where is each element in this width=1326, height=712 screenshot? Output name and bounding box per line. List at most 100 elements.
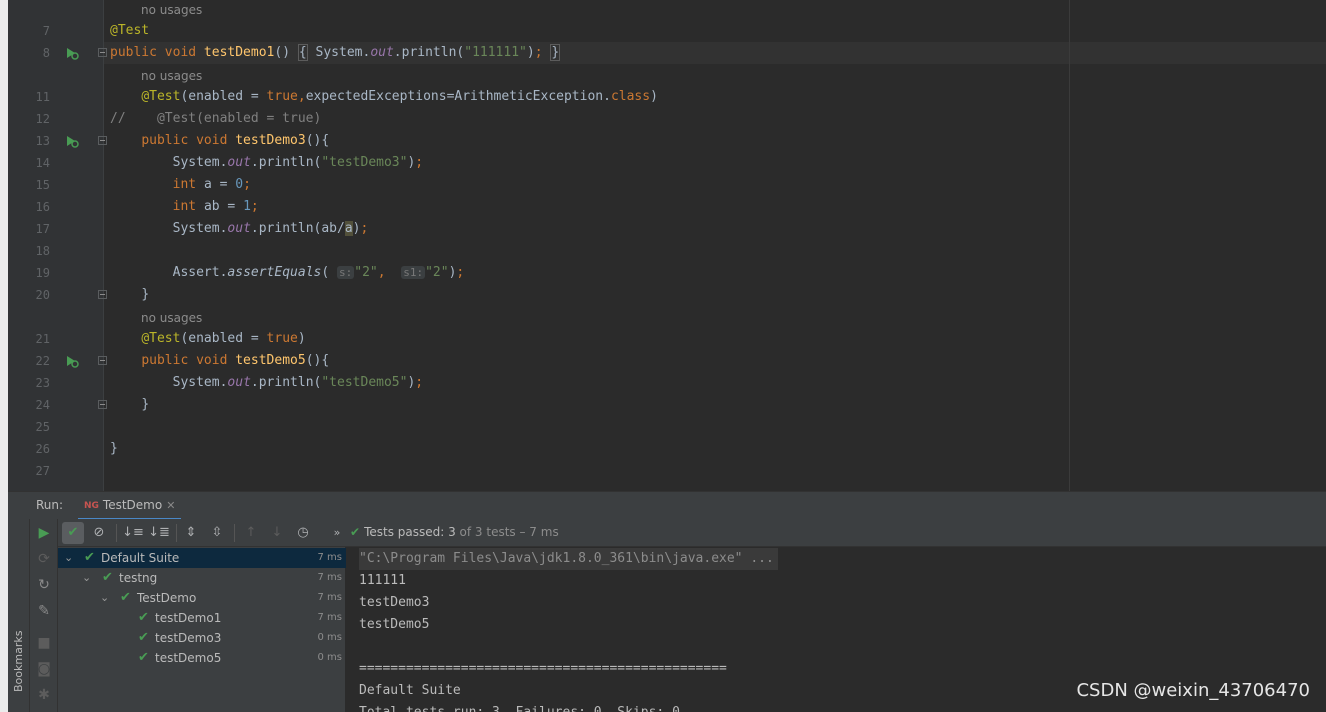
chevron-down-icon[interactable]: ⌄ [82, 568, 92, 588]
editor-line: 24 } [8, 394, 1326, 416]
keyword: int [172, 177, 204, 192]
toolbar-divider [116, 524, 117, 542]
code-token: (){ [305, 353, 330, 368]
console-line: testDemo3 [359, 595, 430, 610]
fold-toggle-icon[interactable] [98, 356, 107, 365]
code-token: ; [360, 221, 369, 236]
code-text: @Test(enabled = true,expectedExceptions=… [110, 86, 658, 108]
arrow-up-icon[interactable]: ↑ [240, 522, 262, 544]
tree-node-testdemo3[interactable]: ✔ testDemo3 0 ms [58, 628, 346, 648]
line-number: 25 [35, 420, 50, 434]
code-text: @Test(enabled = true) [110, 328, 305, 350]
close-icon[interactable]: ✕ [166, 499, 175, 512]
method-name: testDemo3 [235, 133, 306, 148]
run-test-icon[interactable] [64, 45, 80, 61]
watermark: CSDN @weixin_43706470 [1076, 680, 1310, 701]
line-number: 20 [35, 288, 50, 302]
code-token: } [141, 397, 150, 412]
chevron-down-icon[interactable]: ⌄ [64, 548, 74, 568]
run-test-icon[interactable] [64, 133, 80, 149]
code-text: Assert.assertEquals( s: "2", s1: "2"); [110, 262, 465, 284]
stop-icon[interactable]: ■ [36, 635, 52, 651]
line-number: 7 [42, 24, 50, 38]
annotation: @Test [141, 89, 181, 104]
number-literal: 0 [235, 177, 244, 192]
code-token: , [377, 265, 402, 280]
code-token: Assert. [172, 265, 228, 280]
string-literal: "testDemo3" [321, 155, 408, 170]
field: out [227, 221, 251, 236]
history-icon[interactable]: ◷ [292, 522, 314, 544]
settings-wrench-icon[interactable]: ✎ [36, 603, 52, 619]
arrow-down-icon[interactable]: ↓ [266, 522, 288, 544]
string-literal: "111111" [464, 45, 527, 60]
camera-icon[interactable]: ◙ [36, 661, 52, 677]
show-passed-check-icon[interactable]: ✔ [62, 522, 84, 544]
tree-node-testdemo5[interactable]: ✔ testDemo5 0 ms [58, 648, 346, 668]
comment: // @Test(enabled = true) [110, 111, 322, 126]
code-token: .println(ab/ [250, 221, 345, 236]
tab-testdemo[interactable]: NG TestDemo ✕ [78, 492, 182, 520]
console-line: ========================================… [359, 661, 727, 676]
code-token: ab = [203, 199, 244, 214]
code-token: ; [243, 177, 251, 192]
tree-node-label: testDemo5 [155, 651, 222, 665]
duration: 7 ms [317, 552, 343, 563]
sort-alpha-icon[interactable]: ↓≡ [122, 522, 144, 544]
tree-node-testng[interactable]: ⌄ ✔ testng 7 ms [58, 568, 346, 588]
code-text: System.out.println("testDemo5"); [110, 372, 423, 394]
code-text: System.out.println(ab/a); [110, 218, 368, 240]
fold-toggle-icon[interactable] [98, 290, 107, 299]
test-results-tree[interactable]: ⌄ ✔ Default Suite 7 ms ⌄ ✔ testng 7 ms ⌄… [58, 547, 346, 712]
editor-line: 25 [8, 416, 1326, 438]
editor-line: 15 int a = 0; [8, 174, 1326, 196]
field: out [227, 155, 251, 170]
fold-toggle-icon[interactable] [98, 136, 107, 145]
string-literal: "2" [425, 265, 449, 280]
usage-hint[interactable]: no usages [141, 0, 202, 20]
toggle-auto-test-icon[interactable]: ↻ [36, 577, 52, 593]
rerun-icon[interactable]: ▶ [36, 525, 52, 541]
editor-line: 14 System.out.println("testDemo3"); [8, 152, 1326, 174]
chevron-down-icon[interactable]: ⌄ [100, 588, 110, 608]
line-number: 12 [35, 112, 50, 126]
run-test-icon[interactable] [64, 353, 80, 369]
keyword: true [266, 89, 298, 104]
editor-line: 7 @Test [8, 20, 1326, 42]
keyword: int [172, 199, 204, 214]
collapse-all-icon[interactable]: ⇳ [206, 522, 228, 544]
show-ignored-icon[interactable]: ⊘ [88, 522, 110, 544]
editor-line: 23 System.out.println("testDemo5"); [8, 372, 1326, 394]
line-number: 15 [35, 178, 50, 192]
usage-hint[interactable]: no usages [141, 66, 202, 86]
gear-icon[interactable]: ✱ [36, 687, 52, 703]
passed-check-icon: ✔ [138, 650, 149, 665]
more-actions-icon[interactable]: » [326, 522, 348, 544]
code-token: ; [456, 265, 465, 280]
sort-duration-icon[interactable]: ↓≣ [148, 522, 170, 544]
line-number: 17 [35, 222, 50, 236]
tree-node-label: testDemo3 [155, 631, 222, 645]
usage-hint[interactable]: no usages [141, 308, 202, 328]
code-token: ) [650, 89, 658, 104]
fold-toggle-icon[interactable] [98, 400, 107, 409]
line-number: 18 [35, 244, 50, 258]
tree-node-default-suite[interactable]: ⌄ ✔ Default Suite 7 ms [58, 548, 346, 568]
keyword: public void [110, 45, 204, 60]
annotation: @Test [141, 331, 181, 346]
console-line: testDemo5 [359, 617, 430, 632]
rerun-failed-icon[interactable]: ⟳ [36, 551, 52, 567]
editor-line: 19 Assert.assertEquals( s: "2", s1: "2"); [8, 262, 1326, 284]
console-line-command[interactable]: "C:\Program Files\Java\jdk1.8.0_361\bin\… [359, 548, 778, 570]
code-token: { [297, 44, 308, 61]
code-token: ; [534, 45, 543, 60]
annotation: @Test [110, 23, 150, 38]
code-editor[interactable]: no usages 7 @Test 8 public void testDemo… [0, 0, 1326, 491]
tree-node-testdemo[interactable]: ⌄ ✔ TestDemo 7 ms [58, 588, 346, 608]
fold-toggle-icon[interactable] [98, 48, 107, 57]
tree-node-testdemo1[interactable]: ✔ testDemo1 7 ms [58, 608, 346, 628]
code-token: ; [250, 199, 259, 214]
expand-all-icon[interactable]: ⇕ [180, 522, 202, 544]
passed-check-icon: ✔ [102, 570, 113, 585]
bookmarks-tab[interactable]: Bookmarks [12, 631, 25, 692]
